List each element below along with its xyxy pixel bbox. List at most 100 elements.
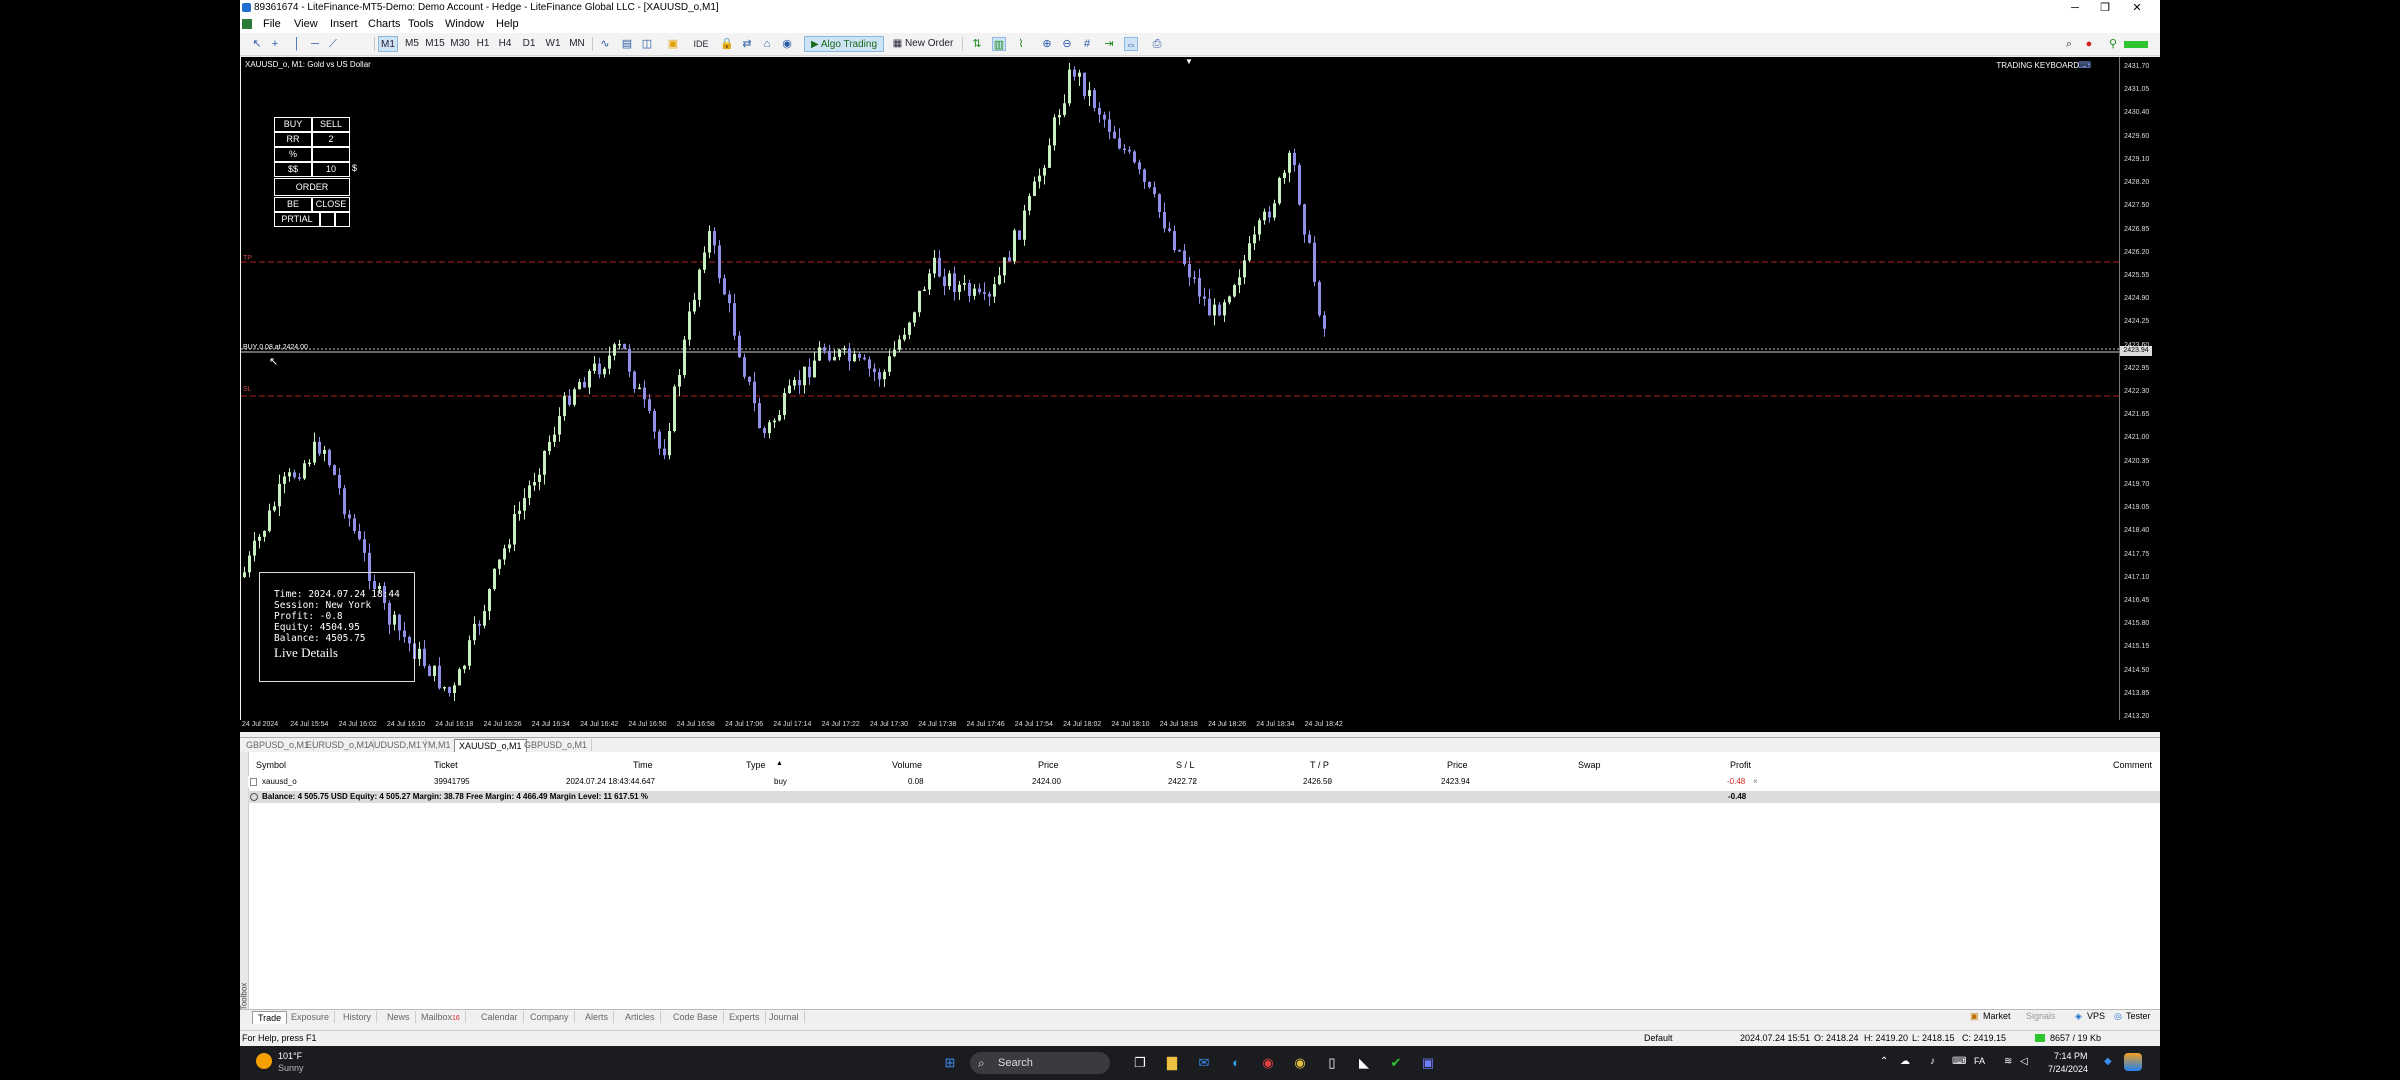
col-time[interactable]: Time [633, 760, 653, 770]
weather-temp[interactable]: 101°F [278, 1051, 302, 1061]
close-button[interactable]: ✕ [2122, 0, 2152, 16]
panel-be-button[interactable]: BE [274, 197, 312, 212]
col-volume[interactable]: Volume [892, 760, 922, 770]
sync-icon[interactable]: ⇄ [740, 37, 754, 51]
col-price-current[interactable]: Price [1447, 760, 1468, 770]
indicators-icon[interactable]: ▤ [620, 37, 634, 51]
home-icon[interactable]: ⌂ [760, 37, 774, 51]
new-order-button[interactable]: ▦ New Order [890, 36, 956, 52]
menu-file[interactable]: File [263, 18, 281, 31]
file-explorer-icon[interactable]: ▇ [1162, 1053, 1182, 1073]
tray-keyboard-icon[interactable]: ⌨ [1952, 1056, 1966, 1067]
live-details-button[interactable]: Live Details [274, 646, 414, 659]
task-view-icon[interactable]: ❐ [1130, 1053, 1150, 1073]
chart-tab-gbpusd-2[interactable]: GBPUSD_o,M1 [520, 739, 593, 751]
market-link[interactable]: Market [1983, 1011, 2011, 1021]
wifi-icon[interactable]: ≋ [2004, 1056, 2012, 1067]
panel-partial-input-1[interactable] [320, 212, 335, 227]
timeframe-m30[interactable]: M30 [449, 36, 471, 52]
chrome-alt-icon[interactable]: ◉ [1290, 1053, 1310, 1073]
col-profit[interactable]: Profit [1730, 760, 1751, 770]
menu-tools[interactable]: Tools [408, 18, 434, 31]
tab-articles[interactable]: Articles [620, 1011, 661, 1023]
chart-shift-icon[interactable]: ⇔ [1124, 37, 1138, 51]
chrome-icon[interactable]: ◉ [1258, 1053, 1278, 1073]
panel-sell-button[interactable]: SELL [312, 117, 350, 132]
col-tp[interactable]: T / P [1310, 760, 1329, 770]
copilot-icon[interactable] [2124, 1053, 2142, 1071]
col-swap[interactable]: Swap [1578, 760, 1601, 770]
remove-tp-icon[interactable]: × [1328, 776, 1333, 788]
maximize-button[interactable]: ❐ [2090, 0, 2120, 16]
panel-rr-input[interactable]: 2 [312, 132, 350, 147]
col-comment[interactable]: Comment [2113, 760, 2152, 770]
col-ticket[interactable]: Ticket [434, 760, 458, 770]
chart-type-icon[interactable]: ∿ [598, 37, 612, 51]
tray-language[interactable]: FA [1974, 1056, 1985, 1066]
timeframe-mn[interactable]: MN [567, 36, 587, 52]
document-icon[interactable]: ▯ [1322, 1053, 1342, 1073]
tab-trade[interactable]: Trade [252, 1011, 288, 1024]
templates-icon[interactable]: ◫ [640, 37, 654, 51]
panel-dollar-input[interactable]: 10 [312, 162, 350, 177]
tray-cloud-icon[interactable]: ☁ [1900, 1056, 1910, 1067]
tray-chevron-icon[interactable]: ⌃ [1880, 1056, 1888, 1067]
col-type[interactable]: Type [746, 760, 766, 770]
tab-code-base[interactable]: Code Base [668, 1011, 724, 1023]
panel-partial-button[interactable]: PRTIAL [274, 212, 320, 227]
timeframe-h1[interactable]: H1 [474, 36, 492, 52]
line-chart-icon[interactable]: ⌇ [1014, 37, 1028, 51]
menu-view[interactable]: View [294, 18, 318, 31]
tab-exposure[interactable]: Exposure [286, 1011, 336, 1023]
depth-of-market-icon[interactable]: ⇅ [970, 37, 984, 51]
chart-tab-audusd[interactable]: AUDUSD,M1 [364, 739, 427, 751]
tradingview-icon[interactable]: ◣ [1354, 1053, 1374, 1073]
search-icon[interactable]: ⌕ [2062, 37, 2076, 51]
menu-help[interactable]: Help [496, 18, 519, 31]
tab-experts[interactable]: Experts [724, 1011, 766, 1023]
price-chart[interactable]: XAUUSD_o, M1: Gold vs US Dollar TRADING … [241, 57, 2119, 732]
taskbar-search[interactable]: ⌕ Search [970, 1052, 1110, 1074]
tester-link[interactable]: Tester [2126, 1011, 2151, 1021]
tab-journal[interactable]: Journal [764, 1011, 805, 1023]
notification-bell-icon[interactable]: ◆ [2104, 1056, 2112, 1067]
panel-partial-input-2[interactable] [335, 212, 350, 227]
timeframe-m5[interactable]: M5 [402, 36, 422, 52]
vertical-line-icon[interactable]: │ [290, 37, 304, 51]
close-position-icon[interactable]: × [1753, 776, 1758, 788]
algo-trading-button[interactable]: ▶ Algo Trading [804, 36, 884, 52]
col-sl[interactable]: S / L [1176, 760, 1195, 770]
trendline-icon[interactable]: ⟋ [326, 37, 340, 51]
account-icon[interactable]: ⚲ [2106, 37, 2120, 51]
timeframe-w1[interactable]: W1 [544, 36, 562, 52]
zoom-in-icon[interactable]: ⊕ [1040, 37, 1054, 51]
timeframe-m15[interactable]: M15 [424, 36, 446, 52]
grid-icon[interactable]: # [1080, 37, 1094, 51]
mail-icon[interactable]: ✉ [1194, 1053, 1214, 1073]
signals-icon[interactable]: ◉ [780, 37, 794, 51]
tab-calendar[interactable]: Calendar [476, 1011, 524, 1023]
timeframe-d1[interactable]: D1 [520, 36, 538, 52]
autoscroll-icon[interactable]: ⇥ [1102, 37, 1116, 51]
vps-link[interactable]: VPS [2087, 1011, 2105, 1021]
col-symbol[interactable]: Symbol [256, 760, 286, 770]
timeframe-m1[interactable]: M1 [378, 36, 398, 52]
edge-icon[interactable]: ◐ [1226, 1053, 1246, 1073]
tab-history[interactable]: History [338, 1011, 378, 1023]
chart-tab-xauusd[interactable]: XAUUSD_o,M1 [454, 739, 527, 752]
ide-button[interactable]: IDE [692, 36, 710, 52]
clock-date[interactable]: 7/24/2024 [2048, 1064, 2088, 1074]
bar-chart-icon[interactable]: ▥ [992, 37, 1006, 51]
timeframe-h4[interactable]: H4 [496, 36, 514, 52]
crosshair-icon[interactable]: + [268, 37, 282, 51]
metatrader-icon[interactable]: ✔ [1386, 1053, 1406, 1073]
col-price[interactable]: Price [1038, 760, 1059, 770]
menu-charts[interactable]: Charts [368, 18, 400, 31]
minimize-button[interactable]: ─ [2060, 0, 2090, 16]
volume-icon[interactable]: ◁ [2020, 1056, 2028, 1067]
app-icon-purple[interactable]: ▣ [1418, 1053, 1438, 1073]
cursor-icon[interactable]: ↖ [250, 37, 264, 51]
metaeditor-icon[interactable]: ▣ [666, 37, 680, 51]
horizontal-line-icon[interactable]: ─ [308, 37, 322, 51]
menu-insert[interactable]: Insert [330, 18, 358, 31]
